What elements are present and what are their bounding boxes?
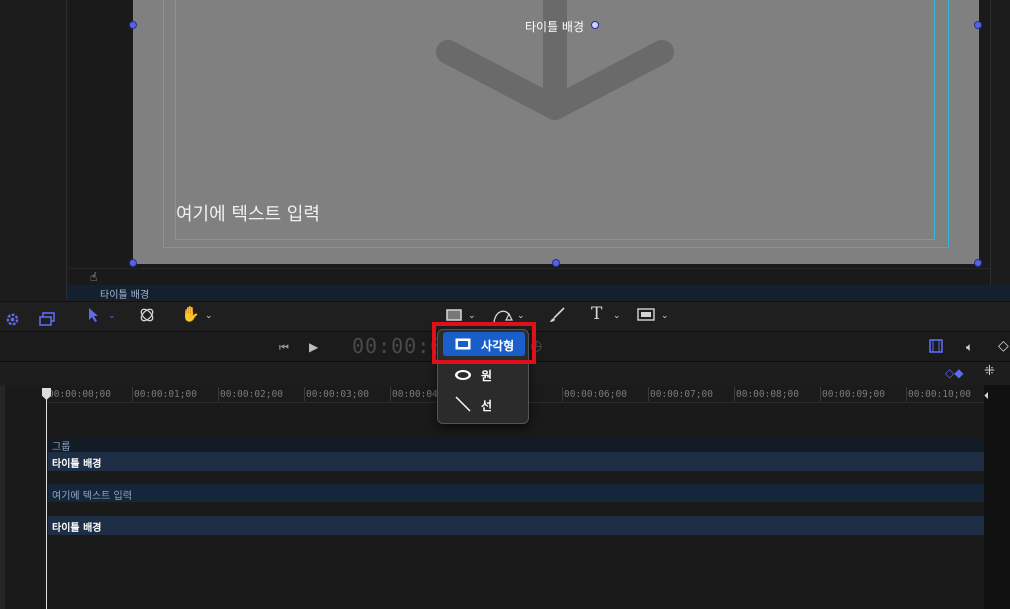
ruler-tick-label: 00:00:02;00 [220,389,283,400]
transform-handle[interactable] [974,259,982,267]
track-bar[interactable] [48,484,984,502]
chevron-down-icon[interactable]: ⌄ [517,311,525,321]
ruler-tick [390,387,391,401]
ruler-tick [132,387,133,401]
anchor-handle[interactable] [591,21,599,29]
transform-handle[interactable] [129,21,137,29]
keyframe-nav-icon[interactable]: ◇ [998,338,1009,354]
viewer-status-row [68,268,990,285]
out-point-icon[interactable]: ⏴ [984,389,989,405]
ruler-tick [906,387,907,401]
ruler-tick-label: 00:00:09;00 [822,389,885,400]
ruler-tick-label: 00:00:08;00 [736,389,799,400]
playhead[interactable] [46,388,47,609]
go-to-start-icon[interactable]: ⏮ [279,340,289,356]
timeline-left-edge [0,385,5,609]
ruler-tick-label: 00:00:03;00 [306,389,369,400]
object-name-label: 타이틀 배경 [525,20,585,34]
ruler-tick [218,387,219,401]
highlight-box [432,322,536,364]
ruler-tick [648,387,649,401]
ruler-tick-label: 00:00:00;00 [48,389,111,400]
brush-icon[interactable] [549,307,565,323]
menu-item-label: 원 [481,369,493,383]
track-label: 여기에 텍스트 입력 [52,491,132,502]
left-panel [0,0,67,331]
chevron-down-icon[interactable]: ⌄ [613,311,621,321]
chevron-down-icon[interactable]: ⌄ [205,311,213,321]
ruler-tick [734,387,735,401]
layer-name-bar [68,285,1010,300]
transform-handle[interactable] [974,21,982,29]
menu-item-label: 선 [481,399,493,413]
track-label: 타이틀 배경 [52,459,102,470]
keyframe-icon[interactable]: ◇◆ [945,365,963,381]
ruler-tick [562,387,563,401]
orbit-icon[interactable] [138,306,156,324]
ruler-tick-label: 00:00:04 [392,389,438,400]
ruler-tick [304,387,305,401]
ruler-tick [820,387,821,401]
line-icon [455,396,471,412]
chevron-down-icon[interactable]: ⌄ [108,311,116,321]
layer-name: 타이틀 배경 [100,290,150,301]
snapping-icon[interactable]: ⁜ [984,364,995,380]
track-bar[interactable] [48,452,984,471]
hand-cursor-icon: ☝ [90,270,98,284]
chevron-down-icon[interactable]: ⌄ [468,311,476,321]
gear-icon[interactable] [5,312,20,327]
track-bar[interactable] [48,516,984,535]
ellipse-icon [455,370,471,380]
transform-handle[interactable] [129,259,137,267]
right-panel [990,0,1010,285]
chevron-down-icon[interactable]: ⌄ [661,311,669,321]
windows-icon[interactable] [39,312,55,327]
audio-icon[interactable]: 🔈︎ [966,339,973,355]
hand-icon[interactable]: ✋ [181,306,200,322]
rectangle-shape-icon[interactable] [446,309,462,321]
select-arrow-icon[interactable] [88,307,100,323]
ruler-tick-label: 00:00:01;00 [134,389,197,400]
placeholder-text[interactable]: 여기에 텍스트 입력 [176,200,320,226]
transform-handle[interactable] [552,259,560,267]
timeline-end-region [984,385,1010,609]
track-label: 그룹 [52,442,71,453]
mask-icon[interactable] [637,308,655,321]
ruler-tick-label: 00:00:06;00 [564,389,627,400]
play-icon[interactable]: ▶ [309,339,318,355]
track-label: 타이틀 배경 [52,523,102,534]
filmstrip-icon[interactable] [929,339,943,353]
text-tool-icon[interactable]: T [591,306,602,323]
ruler-tick-label: 00:00:10;00 [908,389,971,400]
track-group[interactable] [48,437,984,452]
ruler-tick-label: 00:00:07;00 [650,389,713,400]
